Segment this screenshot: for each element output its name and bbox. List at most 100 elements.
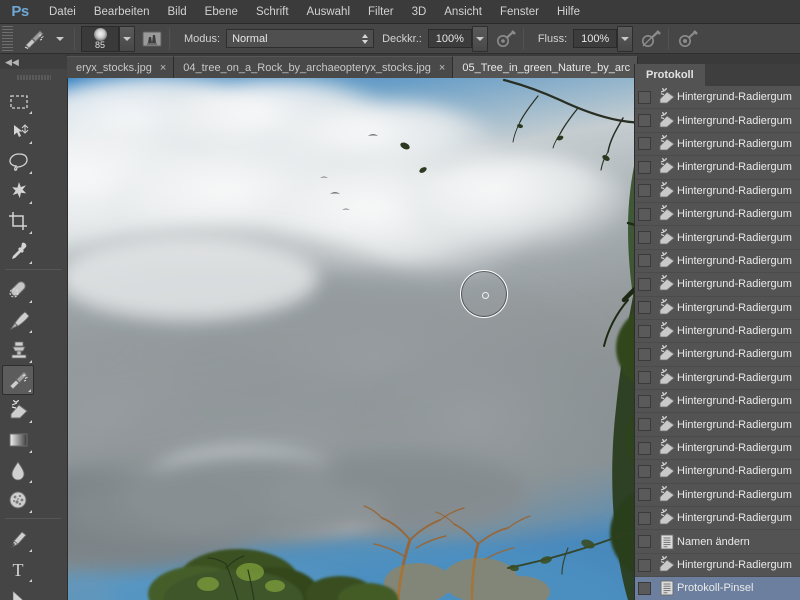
history-state-row[interactable]: Hintergrund-Radiergum xyxy=(635,86,800,110)
flow-input[interactable]: 100% xyxy=(573,29,618,48)
eyedropper-tool[interactable] xyxy=(2,236,34,266)
history-source-checkbox[interactable] xyxy=(638,394,651,408)
quick-selection-tool[interactable] xyxy=(2,176,34,206)
tools-panel-grip[interactable] xyxy=(16,72,51,82)
current-tool-icon-history-brush-icon[interactable] xyxy=(18,26,50,52)
tool-flyout-indicator-icon[interactable] xyxy=(29,450,32,453)
brush-panel-toggle-icon[interactable] xyxy=(141,28,163,50)
history-state-row[interactable]: Hintergrund-Radiergum xyxy=(635,460,800,484)
history-state-row[interactable]: Hintergrund-Radiergum xyxy=(635,320,800,344)
blend-mode-select[interactable]: Normal xyxy=(226,29,375,48)
menu-item-auswahl[interactable]: Auswahl xyxy=(298,0,359,24)
tool-flyout-indicator-icon[interactable] xyxy=(29,579,32,582)
document-tab[interactable]: 05_Tree_in_green_Nature_by_arc xyxy=(453,56,639,78)
crop-tool[interactable] xyxy=(2,206,34,236)
history-source-checkbox[interactable] xyxy=(638,464,651,478)
history-brush-tool[interactable] xyxy=(2,365,34,395)
path-selection-tool[interactable] xyxy=(2,584,34,600)
history-source-checkbox[interactable] xyxy=(638,324,651,338)
lasso-tool[interactable] xyxy=(2,146,34,176)
history-source-checkbox[interactable] xyxy=(638,488,651,502)
tool-flyout-indicator-icon[interactable] xyxy=(28,389,31,392)
dodge-tool[interactable] xyxy=(2,485,34,515)
tool-flyout-indicator-icon[interactable] xyxy=(29,549,32,552)
history-state-row[interactable]: Hintergrund-Radiergum xyxy=(635,273,800,297)
history-state-row[interactable]: Hintergrund-Radiergum xyxy=(635,297,800,320)
tablet-pressure-size-icon[interactable] xyxy=(677,28,699,50)
tool-flyout-indicator-icon[interactable] xyxy=(29,261,32,264)
blur-tool[interactable] xyxy=(2,455,34,485)
history-state-row[interactable]: Hintergrund-Radiergum xyxy=(635,226,800,250)
flow-chevron-down-icon[interactable] xyxy=(617,25,634,52)
history-source-checkbox[interactable] xyxy=(638,184,651,198)
options-bar-grip[interactable] xyxy=(2,25,13,52)
history-source-checkbox[interactable] xyxy=(638,347,651,361)
menu-item-datei[interactable]: Datei xyxy=(40,0,85,24)
history-source-checkbox[interactable] xyxy=(638,277,651,291)
close-icon[interactable]: × xyxy=(439,62,445,74)
history-state-row[interactable]: Hintergrund-Radiergum xyxy=(635,156,800,180)
spot-healing-brush-tool[interactable] xyxy=(2,275,34,305)
document-tab[interactable]: eryx_stocks.jpg × xyxy=(67,56,175,78)
clone-stamp-tool[interactable] xyxy=(2,335,34,365)
move-tool[interactable] xyxy=(2,116,34,146)
tool-flyout-indicator-icon[interactable] xyxy=(29,480,32,483)
brush-tool[interactable] xyxy=(2,305,34,335)
menu-item-hilfe[interactable]: Hilfe xyxy=(548,0,589,24)
brush-preset-chevron-down-icon[interactable] xyxy=(119,25,135,52)
history-state-row[interactable]: Hintergrund-Radiergum xyxy=(635,180,800,203)
history-state-row[interactable]: Namen ändern xyxy=(635,530,800,554)
history-source-checkbox[interactable] xyxy=(638,160,651,174)
gradient-tool[interactable] xyxy=(2,425,34,455)
history-source-checkbox[interactable] xyxy=(638,137,651,151)
history-source-checkbox[interactable] xyxy=(638,254,651,268)
history-state-row[interactable]: Hintergrund-Radiergum xyxy=(635,390,800,414)
history-source-checkbox[interactable] xyxy=(638,535,651,549)
history-source-checkbox[interactable] xyxy=(638,207,651,221)
tool-flyout-indicator-icon[interactable] xyxy=(29,300,32,303)
menu-item-bearbeiten[interactable]: Bearbeiten xyxy=(85,0,159,24)
history-state-row[interactable]: Hintergrund-Radiergum xyxy=(635,203,800,227)
history-state-row[interactable]: Hintergrund-Radiergum xyxy=(635,250,800,274)
pen-tool[interactable] xyxy=(2,524,34,554)
tool-flyout-indicator-icon[interactable] xyxy=(29,141,32,144)
history-state-row[interactable]: Hintergrund-Radiergum xyxy=(635,343,800,367)
rectangular-marquee-tool[interactable] xyxy=(2,86,34,116)
history-state-row[interactable]: Protokoll-Pinsel xyxy=(635,577,800,600)
airbrush-icon[interactable] xyxy=(640,28,662,50)
history-source-checkbox[interactable] xyxy=(638,558,651,572)
opacity-input[interactable]: 100% xyxy=(427,29,472,48)
history-state-row[interactable]: Hintergrund-Radiergum xyxy=(635,367,800,391)
tool-flyout-indicator-icon[interactable] xyxy=(29,201,32,204)
opacity-chevron-down-icon[interactable] xyxy=(471,25,488,52)
history-source-checkbox[interactable] xyxy=(638,581,651,595)
tool-flyout-indicator-icon[interactable] xyxy=(29,360,32,363)
history-state-row[interactable]: Hintergrund-Radiergum xyxy=(635,507,800,531)
tab-protokoll[interactable]: Protokoll xyxy=(635,64,705,86)
history-state-row[interactable]: Hintergrund-Radiergum xyxy=(635,413,800,437)
menu-item-filter[interactable]: Filter xyxy=(359,0,403,24)
close-icon[interactable]: × xyxy=(160,62,166,74)
tool-flyout-indicator-icon[interactable] xyxy=(29,420,32,423)
history-source-checkbox[interactable] xyxy=(638,90,651,104)
menu-item-ansicht[interactable]: Ansicht xyxy=(435,0,491,24)
history-source-checkbox[interactable] xyxy=(638,418,651,432)
history-source-checkbox[interactable] xyxy=(638,371,651,385)
history-states-list[interactable]: Hintergrund-Radiergum Hintergrund-Radierg… xyxy=(635,86,800,600)
history-source-checkbox[interactable] xyxy=(638,231,651,245)
history-source-checkbox[interactable] xyxy=(638,441,651,455)
tool-flyout-indicator-icon[interactable] xyxy=(29,510,32,513)
history-source-checkbox[interactable] xyxy=(638,301,651,315)
eraser-tool[interactable] xyxy=(2,395,34,425)
history-state-row[interactable]: Hintergrund-Radiergum xyxy=(635,133,800,157)
tool-preset-chevron-down-icon[interactable] xyxy=(56,36,64,41)
history-source-checkbox[interactable] xyxy=(638,114,651,128)
brush-preset-picker[interactable]: 85 xyxy=(81,25,119,52)
tablet-pressure-opacity-icon[interactable] xyxy=(495,28,517,50)
tool-flyout-indicator-icon[interactable] xyxy=(29,171,32,174)
history-state-row[interactable]: Hintergrund-Radiergum xyxy=(635,554,800,578)
history-source-checkbox[interactable] xyxy=(638,511,651,525)
history-state-row[interactable]: Hintergrund-Radiergum xyxy=(635,484,800,508)
tool-flyout-indicator-icon[interactable] xyxy=(29,330,32,333)
menu-item-schrift[interactable]: Schrift xyxy=(247,0,298,24)
